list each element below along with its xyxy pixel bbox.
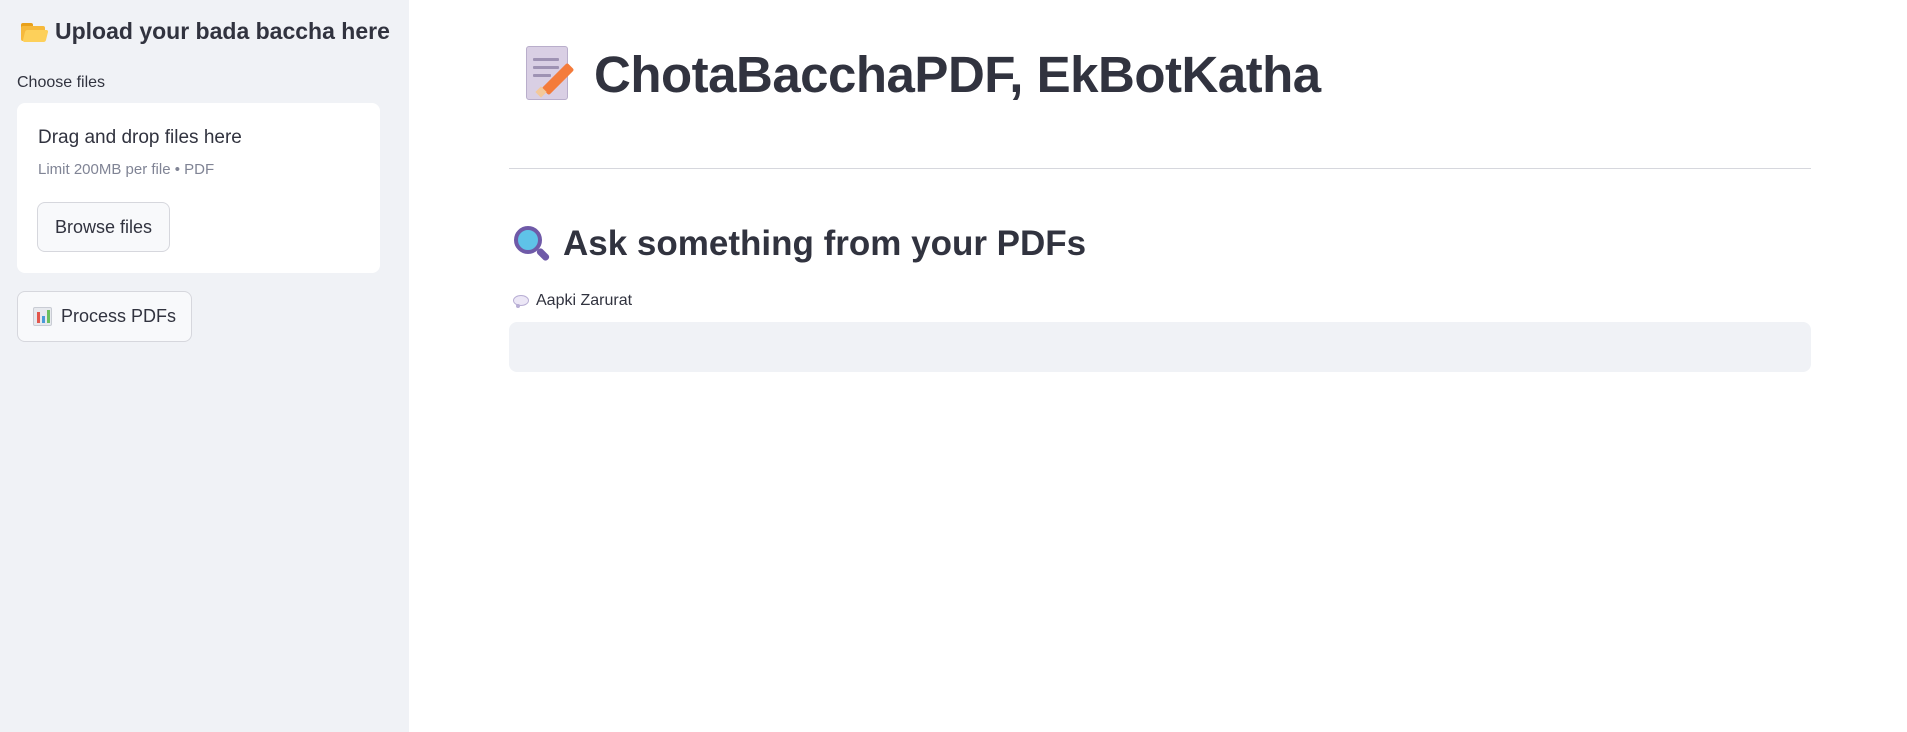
app-window: Upload your bada baccha here Choose file… [0,0,1907,732]
page-title: ChotaBacchaPDF, EkBotKatha [522,44,1321,104]
main-content: ChotaBacchaPDF, EkBotKatha Ask something… [409,0,1907,732]
browse-files-button[interactable]: Browse files [37,202,170,252]
magnifier-icon [513,225,551,263]
sidebar: Upload your bada baccha here Choose file… [0,0,409,732]
dropzone-limit-text: Limit 200MB per file • PDF [38,161,215,178]
query-input-label-text: Aapki Zarurat [536,292,633,309]
query-input-label: Aapki Zarurat [513,292,632,310]
section-heading-text: Ask something from your PDFs [563,224,1087,263]
bar-chart-icon [32,307,52,326]
sidebar-heading: Upload your bada baccha here [21,18,390,45]
section-heading: Ask something from your PDFs [513,224,1086,264]
query-input[interactable] [509,322,1811,372]
file-dropzone[interactable]: Drag and drop files here Limit 200MB per… [17,103,380,273]
memo-icon [522,44,575,104]
dropzone-title: Drag and drop files here [38,127,242,148]
sidebar-heading-text: Upload your bada baccha here [55,18,390,44]
process-pdfs-button[interactable]: Process PDFs [17,291,192,342]
divider [509,168,1811,169]
folder-icon [21,21,49,42]
file-uploader-label: Choose files [17,74,106,91]
process-pdfs-label: Process PDFs [60,306,177,326]
speech-bubble-icon [513,294,530,308]
page-title-text: ChotaBacchaPDF, EkBotKatha [594,45,1321,103]
